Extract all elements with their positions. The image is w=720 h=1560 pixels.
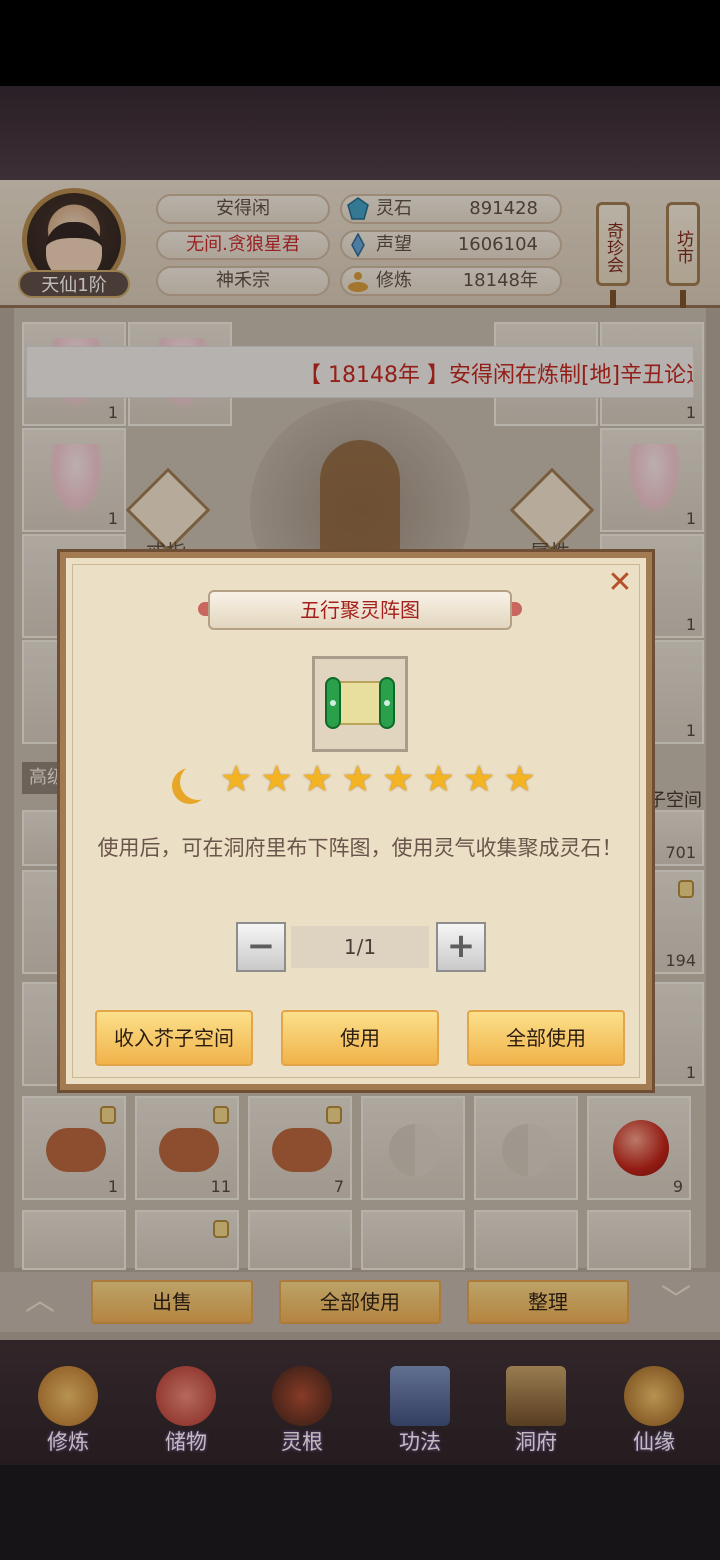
increase-quantity-button[interactable]: + (436, 922, 486, 972)
item-dialog-inner-border (72, 564, 640, 1078)
star-icon: ★ (220, 759, 253, 800)
top-decor-band (0, 86, 720, 180)
star-icon: ★ (463, 759, 496, 800)
star-icon: ★ (503, 759, 536, 800)
star-icon: ★ (422, 759, 455, 800)
star-icon: ★ (341, 759, 374, 800)
item-description: 使用后，可在洞府里布下阵图，使用灵气收集聚成灵石！ (97, 836, 623, 860)
system-nav-area (0, 1465, 720, 1560)
decrease-quantity-button[interactable]: − (236, 922, 286, 972)
star-icon: ★ (301, 759, 334, 800)
star-icon: ★ (260, 759, 293, 800)
dialog-title: 五行聚灵阵图 (208, 590, 512, 630)
use-all-button[interactable]: 全部使用 (467, 1010, 625, 1066)
use-button[interactable]: 使用 (281, 1010, 439, 1066)
star-icon: ★ (382, 759, 415, 800)
store-to-space-button[interactable]: 收入芥子空间 (95, 1010, 253, 1066)
status-bar-area (0, 0, 720, 86)
moon-icon (180, 764, 216, 800)
quantity-field[interactable]: 1/1 (291, 926, 429, 968)
close-icon[interactable]: ✕ (602, 565, 638, 601)
array-scroll-icon (325, 677, 395, 729)
